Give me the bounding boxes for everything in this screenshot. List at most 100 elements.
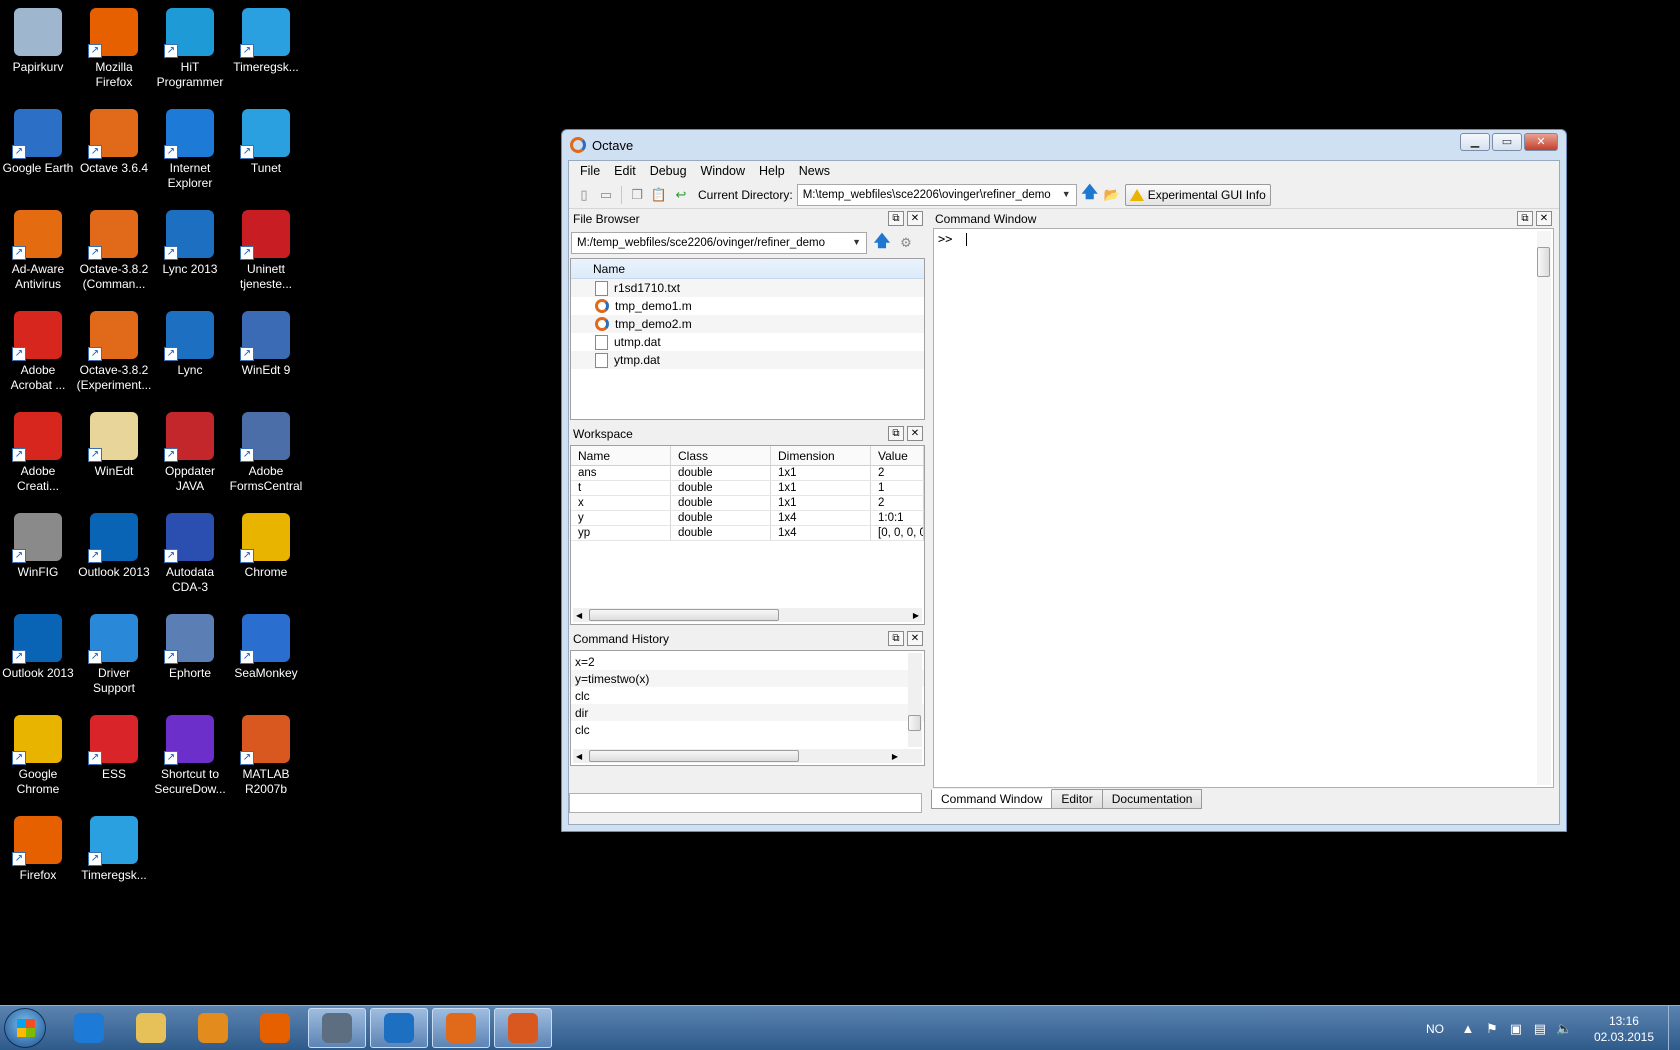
column-header-value[interactable]: Value — [871, 446, 924, 465]
desktop-shortcut[interactable]: ↗ Octave-3.8.2 (Comman... — [76, 206, 152, 292]
desktop-shortcut[interactable]: ↗ Outlook 2013 — [0, 610, 76, 681]
paste-icon[interactable]: 📋 — [650, 186, 668, 204]
desktop-shortcut[interactable]: ↗ Ad-Aware Antivirus — [0, 206, 76, 292]
desktop-shortcut[interactable]: ↗ Ephorte — [152, 610, 228, 681]
command-window-console[interactable]: >> — [933, 228, 1554, 788]
undock-icon[interactable]: ⧉ — [888, 631, 904, 646]
desktop-shortcut[interactable]: Papirkurv — [0, 4, 76, 75]
workspace-row[interactable]: x double 1x1 2 — [571, 496, 924, 511]
taskbar-button[interactable] — [308, 1008, 366, 1048]
desktop-shortcut[interactable]: ↗ Uninett tjeneste... — [228, 206, 304, 292]
desktop-shortcut[interactable]: ↗ WinEdt — [76, 408, 152, 479]
history-item[interactable]: clc — [571, 721, 924, 738]
scroll-left-icon[interactable]: ◀ — [576, 752, 582, 761]
desktop-shortcut[interactable]: ↗ Internet Explorer — [152, 105, 228, 191]
dropdown-arrow-icon[interactable]: ▼ — [1062, 189, 1071, 199]
undo-icon[interactable]: ↩ — [672, 186, 690, 204]
file-browser-path-combo[interactable]: M:/temp_webfiles/sce2206/ovinger/refiner… — [571, 232, 867, 254]
safely-remove-icon[interactable]: ▣ — [1508, 1021, 1524, 1037]
history-item[interactable]: y=timestwo(x) — [571, 670, 924, 687]
menu-edit[interactable]: Edit — [607, 164, 643, 178]
file-list-item[interactable]: r1sd1710.txt — [571, 279, 924, 297]
menu-news[interactable]: News — [792, 164, 837, 178]
language-indicator[interactable]: NO — [1426, 1022, 1444, 1036]
desktop-shortcut[interactable]: ↗ Driver Support — [76, 610, 152, 696]
desktop-shortcut[interactable]: ↗ Timeregsk... — [76, 812, 152, 883]
scrollbar-thumb[interactable] — [589, 750, 799, 762]
scrollbar-thumb[interactable] — [589, 609, 779, 621]
desktop-shortcut[interactable]: ↗ WinFIG — [0, 509, 76, 580]
desktop-shortcut[interactable]: ↗ Timeregsk... — [228, 4, 304, 75]
undock-icon[interactable]: ⧉ — [888, 211, 904, 226]
undock-icon[interactable]: ⧉ — [888, 426, 904, 441]
minimize-button[interactable]: ▁ — [1460, 133, 1490, 151]
console-vertical-scrollbar[interactable] — [1537, 231, 1551, 785]
taskbar-button[interactable] — [370, 1008, 428, 1048]
desktop-shortcut[interactable]: ↗ Lync 2013 — [152, 206, 228, 277]
taskbar-button[interactable] — [60, 1008, 118, 1048]
workspace-row[interactable]: yp double 1x4 [0, 0, 0, 0 — [571, 526, 924, 541]
close-button[interactable]: ✕ — [1524, 133, 1558, 151]
desktop-shortcut[interactable]: ↗ SeaMonkey — [228, 610, 304, 681]
desktop-shortcut[interactable]: ↗ Lync — [152, 307, 228, 378]
close-panel-icon[interactable]: ✕ — [907, 211, 923, 226]
desktop-shortcut[interactable]: ↗ Adobe FormsCentral — [228, 408, 304, 494]
command-history-filter-input[interactable] — [569, 793, 922, 813]
history-item[interactable]: dir — [571, 704, 924, 721]
taskbar-button[interactable] — [494, 1008, 552, 1048]
close-panel-icon[interactable]: ✕ — [907, 631, 923, 646]
desktop-shortcut[interactable]: ↗ Shortcut to SecureDow... — [152, 711, 228, 797]
undock-icon[interactable]: ⧉ — [1517, 211, 1533, 226]
taskbar-button[interactable] — [432, 1008, 490, 1048]
action-center-flag-icon[interactable]: ⚑ — [1484, 1021, 1500, 1037]
column-header-class[interactable]: Class — [671, 446, 771, 465]
desktop-shortcut[interactable]: ↗ Outlook 2013 — [76, 509, 152, 580]
start-button[interactable] — [4, 1008, 46, 1048]
desktop-shortcut[interactable]: ↗ WinEdt 9 — [228, 307, 304, 378]
tab-command-window[interactable]: Command Window — [931, 789, 1053, 809]
workspace-row[interactable]: ans double 1x1 2 — [571, 466, 924, 481]
show-desktop-button[interactable] — [1668, 1006, 1680, 1050]
parent-directory-icon[interactable]: 🡅 — [873, 233, 891, 252]
close-panel-icon[interactable]: ✕ — [1536, 211, 1552, 226]
scrollbar-thumb[interactable] — [1537, 247, 1550, 277]
tray-expand-icon[interactable]: ▲ — [1460, 1021, 1476, 1037]
network-icon[interactable]: ▤ — [1532, 1021, 1548, 1037]
desktop-shortcut[interactable]: ↗ Google Earth — [0, 105, 76, 176]
desktop-shortcut[interactable]: ↗ Firefox — [0, 812, 76, 883]
desktop-shortcut[interactable]: ↗ Octave 3.6.4 — [76, 105, 152, 176]
history-item[interactable]: x=2 — [571, 653, 924, 670]
desktop-shortcut[interactable]: ↗ ESS — [76, 711, 152, 782]
desktop-shortcut[interactable]: ↗ Chrome — [228, 509, 304, 580]
desktop-shortcut[interactable]: ↗ Google Chrome — [0, 711, 76, 797]
scrollbar-thumb[interactable] — [908, 715, 921, 731]
desktop-shortcut[interactable]: ↗ Autodata CDA-3 — [152, 509, 228, 595]
desktop-shortcut[interactable]: ↗ Mozilla Firefox — [76, 4, 152, 90]
menu-help[interactable]: Help — [752, 164, 792, 178]
name-column-header[interactable]: Name — [593, 262, 625, 276]
history-horizontal-scrollbar[interactable]: ◀ ▶ — [573, 749, 922, 763]
menu-debug[interactable]: Debug — [643, 164, 694, 178]
scroll-right-icon[interactable]: ▶ — [892, 752, 898, 761]
close-panel-icon[interactable]: ✕ — [907, 426, 923, 441]
desktop-shortcut[interactable]: ↗ HiT Programmer — [152, 4, 228, 90]
dropdown-arrow-icon[interactable]: ▼ — [852, 237, 861, 247]
workspace-row[interactable]: y double 1x4 1:0:1 — [571, 511, 924, 526]
taskbar-button[interactable] — [122, 1008, 180, 1048]
volume-icon[interactable]: 🔈 — [1556, 1021, 1572, 1037]
gear-icon[interactable]: ⚙ — [897, 234, 915, 252]
file-list-item[interactable]: tmp_demo2.m — [571, 315, 924, 333]
history-item[interactable]: clc — [571, 687, 924, 704]
file-list-item[interactable]: tmp_demo1.m — [571, 297, 924, 315]
browse-directory-icon[interactable]: 📂 — [1103, 186, 1121, 204]
desktop-shortcut[interactable]: ↗ Octave-3.8.2 (Experiment... — [76, 307, 152, 393]
workspace-horizontal-scrollbar[interactable]: ◀ ▶ — [573, 608, 922, 622]
desktop-shortcut[interactable]: ↗ Adobe Acrobat ... — [0, 307, 76, 393]
workspace-row[interactable]: t double 1x1 1 — [571, 481, 924, 496]
scroll-left-icon[interactable]: ◀ — [576, 611, 582, 620]
title-bar[interactable]: Octave ▁ ▭ ✕ — [562, 130, 1566, 160]
experimental-gui-info-button[interactable]: Experimental GUI Info — [1124, 183, 1271, 206]
desktop-shortcut[interactable]: ↗ Oppdater JAVA — [152, 408, 228, 494]
desktop-shortcut[interactable]: ↗ Tunet — [228, 105, 304, 176]
desktop-shortcut[interactable]: ↗ Adobe Creati... — [0, 408, 76, 494]
